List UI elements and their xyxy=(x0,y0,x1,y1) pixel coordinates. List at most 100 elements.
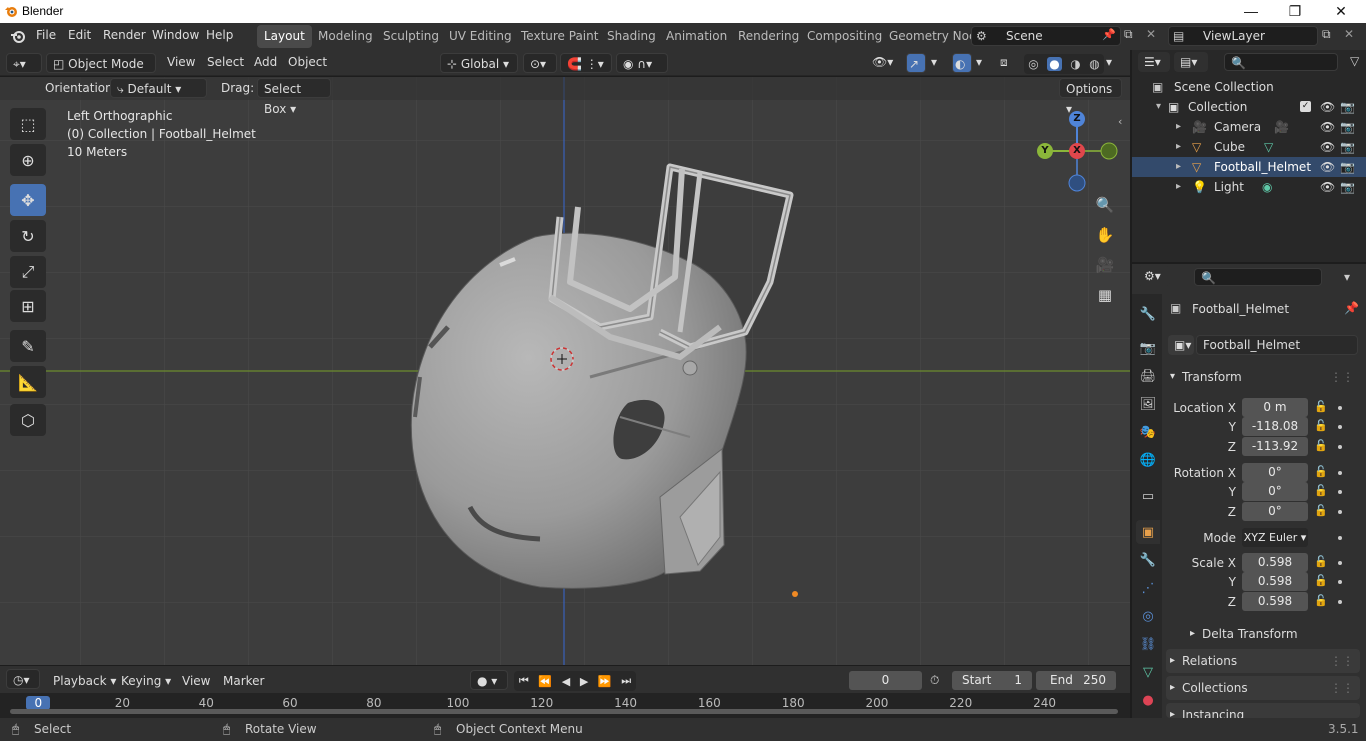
keyframe-dot-icon[interactable] xyxy=(1338,406,1342,410)
jump-keyframe-forward-icon[interactable]: ⏩ xyxy=(598,675,612,688)
timeline-ruler[interactable]: 0 20 40 60 80 100 120 140 160 180 200 220 240 xyxy=(0,693,1130,718)
constraints-tab-icon[interactable]: ⛓ xyxy=(1136,632,1160,656)
material-shading-icon[interactable]: ◑ xyxy=(1070,57,1080,71)
camera-visibility-eye-icon[interactable]: 👁 xyxy=(1320,117,1335,137)
move-tool-icon[interactable]: ✥ xyxy=(10,184,46,216)
keyframe-dot-icon[interactable] xyxy=(1338,425,1342,429)
relations-panel-header[interactable]: ▸ Relations ⋮⋮ xyxy=(1166,649,1360,673)
start-frame-field[interactable]: Start 1 xyxy=(952,671,1032,690)
menu-help[interactable]: Help xyxy=(206,28,233,42)
proportional-editing-toggle[interactable]: ◉ ∩▾ xyxy=(616,53,668,73)
location-z-field[interactable]: -113.92 xyxy=(1242,437,1308,456)
close-button[interactable]: ✕ xyxy=(1318,0,1364,23)
properties-options-icon[interactable]: ▾ xyxy=(1344,270,1350,284)
menu-edit[interactable]: Edit xyxy=(68,28,91,42)
jump-start-icon[interactable]: ⏮ xyxy=(519,674,529,688)
keyframe-dot-icon[interactable] xyxy=(1338,510,1342,514)
collections-drag-handle-icon[interactable]: ⋮⋮ xyxy=(1330,676,1354,700)
scene-selector[interactable]: Scene xyxy=(971,26,1121,46)
outliner-row-collection[interactable]: ▾ ▣ Collection ✓ 👁 📷 xyxy=(1132,97,1366,117)
rotation-y-field[interactable]: 0° xyxy=(1242,482,1308,501)
scale-tool-icon[interactable]: ⤢ xyxy=(10,256,46,288)
gizmo-toggle[interactable]: ↗ xyxy=(906,53,926,73)
particles-tab-icon[interactable]: ⋰ xyxy=(1136,576,1160,600)
view-layer-selector[interactable]: ViewLayer xyxy=(1168,26,1318,46)
lock-icon[interactable]: 🔓 xyxy=(1314,594,1328,608)
camera-view-icon[interactable]: 🎥 xyxy=(1091,251,1119,279)
display-mode-dropdown[interactable]: ▤▾ xyxy=(1174,52,1208,72)
output-tab-icon[interactable]: 🖨 xyxy=(1136,364,1160,388)
object-tab-icon[interactable]: ▣ xyxy=(1136,520,1160,544)
orientation-dropdown[interactable]: ⤷ Default ▾ xyxy=(110,78,207,98)
modifier-tab-icon[interactable]: 🔧 xyxy=(1136,548,1160,572)
delta-transform-header[interactable]: ▸ Delta Transform xyxy=(1166,622,1360,646)
expand-cube-icon[interactable]: ▸ xyxy=(1176,137,1181,157)
tab-layout[interactable]: Layout xyxy=(257,25,312,48)
gizmo-dropdown-icon[interactable]: ▾ xyxy=(931,55,937,69)
keyframe-dot-icon[interactable] xyxy=(1338,561,1342,565)
location-x-field[interactable]: 0 m xyxy=(1242,398,1308,417)
mode-dropdown[interactable]: ◰ Object Mode ▾ xyxy=(46,53,156,91)
drag-handle-icon[interactable]: ⋮⋮ xyxy=(1330,365,1354,389)
instancing-panel-header[interactable]: ▸ Instancing xyxy=(1166,703,1360,718)
tab-sculpting[interactable]: Sculpting xyxy=(376,25,446,48)
exclude-checkbox[interactable]: ✓ xyxy=(1300,101,1311,112)
delete-view-layer-icon[interactable]: ✕ xyxy=(1344,27,1354,41)
menu-object[interactable]: Object xyxy=(288,55,327,69)
keyframe-dot-icon[interactable] xyxy=(1338,580,1342,584)
cube-mesh-data-icon[interactable]: ▽ xyxy=(1264,137,1273,157)
helmet-render-icon[interactable]: 📷 xyxy=(1340,157,1355,177)
camera-data-icon[interactable]: 🎥 xyxy=(1274,117,1289,137)
overlays-toggle[interactable]: ◐ xyxy=(952,53,972,73)
light-data-icon[interactable]: ◉ xyxy=(1262,177,1272,197)
tab-texture-paint[interactable]: Texture Paint xyxy=(514,25,605,48)
outliner-editor-type-button[interactable]: ☰▾ xyxy=(1138,52,1170,72)
lock-icon[interactable]: 🔓 xyxy=(1314,504,1328,518)
jump-end-icon[interactable]: ⏭ xyxy=(621,674,631,688)
menu-keying[interactable]: Keying ▾ xyxy=(121,674,171,688)
physics-tab-icon[interactable]: ◎ xyxy=(1136,604,1160,628)
lock-icon[interactable]: 🔓 xyxy=(1314,419,1328,433)
visibility-icon[interactable]: 👁▾ xyxy=(872,55,893,69)
play-reverse-icon[interactable]: ◀ xyxy=(562,675,570,688)
outliner-row-cube[interactable]: ▸ ▽ Cube ▽ 👁 📷 xyxy=(1132,137,1366,157)
cube-render-icon[interactable]: 📷 xyxy=(1340,137,1355,157)
scale-y-field[interactable]: 0.598 xyxy=(1242,572,1308,591)
camera-render-icon[interactable]: 📷 xyxy=(1340,117,1355,137)
rotation-mode-dropdown[interactable]: XYZ Euler ▾ xyxy=(1242,528,1308,547)
blender-menu-icon[interactable] xyxy=(10,28,26,44)
tab-modeling[interactable]: Modeling xyxy=(311,25,380,48)
rendered-shading-icon[interactable]: ◍ xyxy=(1089,57,1099,71)
tab-animation[interactable]: Animation xyxy=(659,25,734,48)
transform-orientation-dropdown[interactable]: ⊹ Global ▾ xyxy=(440,53,518,73)
overlays-dropdown-icon[interactable]: ▾ xyxy=(976,55,982,69)
stopwatch-icon[interactable]: ⏱ xyxy=(930,673,939,688)
properties-editor-type-button[interactable]: ⚙▾ xyxy=(1138,266,1170,286)
annotate-tool-icon[interactable]: ✎ xyxy=(10,330,46,362)
expand-helmet-icon[interactable]: ▸ xyxy=(1176,157,1181,177)
timeline-menu-view[interactable]: View xyxy=(182,674,210,688)
auto-keying-toggle[interactable]: ● ▾ xyxy=(470,670,508,690)
keyframe-dot-icon[interactable] xyxy=(1338,600,1342,604)
solid-shading-icon[interactable]: ● xyxy=(1047,57,1062,71)
select-box-tool-icon[interactable]: ⬚ xyxy=(10,108,46,140)
light-visibility-eye-icon[interactable]: 👁 xyxy=(1320,177,1335,197)
menu-add[interactable]: Add xyxy=(254,55,277,69)
expand-light-icon[interactable]: ▸ xyxy=(1176,177,1181,197)
restore-button[interactable]: ❐ xyxy=(1272,0,1318,23)
world-tab-icon[interactable]: 🌐 xyxy=(1136,448,1160,472)
menu-file[interactable]: File xyxy=(36,28,56,42)
properties-search-input[interactable]: 🔍 xyxy=(1194,268,1322,286)
snapping-toggle[interactable]: 🧲 ⋮▾ xyxy=(560,53,612,73)
options-dropdown[interactable]: Options ▾ xyxy=(1059,78,1122,116)
scale-x-field[interactable]: 0.598 xyxy=(1242,553,1308,572)
3d-viewport[interactable]: Z Y X 🔍 ✋ 🎥 ▦ ‹ Left Orthographic (0) Co… xyxy=(0,77,1130,665)
new-scene-icon[interactable]: ⧉ xyxy=(1124,27,1133,42)
orthographic-grid-icon[interactable]: ▦ xyxy=(1091,281,1119,309)
delete-scene-icon[interactable]: ✕ xyxy=(1146,27,1156,41)
tab-shading[interactable]: Shading xyxy=(600,25,663,48)
material-tab-icon[interactable]: ● xyxy=(1136,688,1160,712)
collection-tab-icon[interactable]: ▭ xyxy=(1136,484,1160,508)
outliner-row-football-helmet[interactable]: ▸ ▽ Football_Helmet 👁 📷 xyxy=(1132,157,1366,177)
new-view-layer-icon[interactable]: ⧉ xyxy=(1322,27,1331,42)
